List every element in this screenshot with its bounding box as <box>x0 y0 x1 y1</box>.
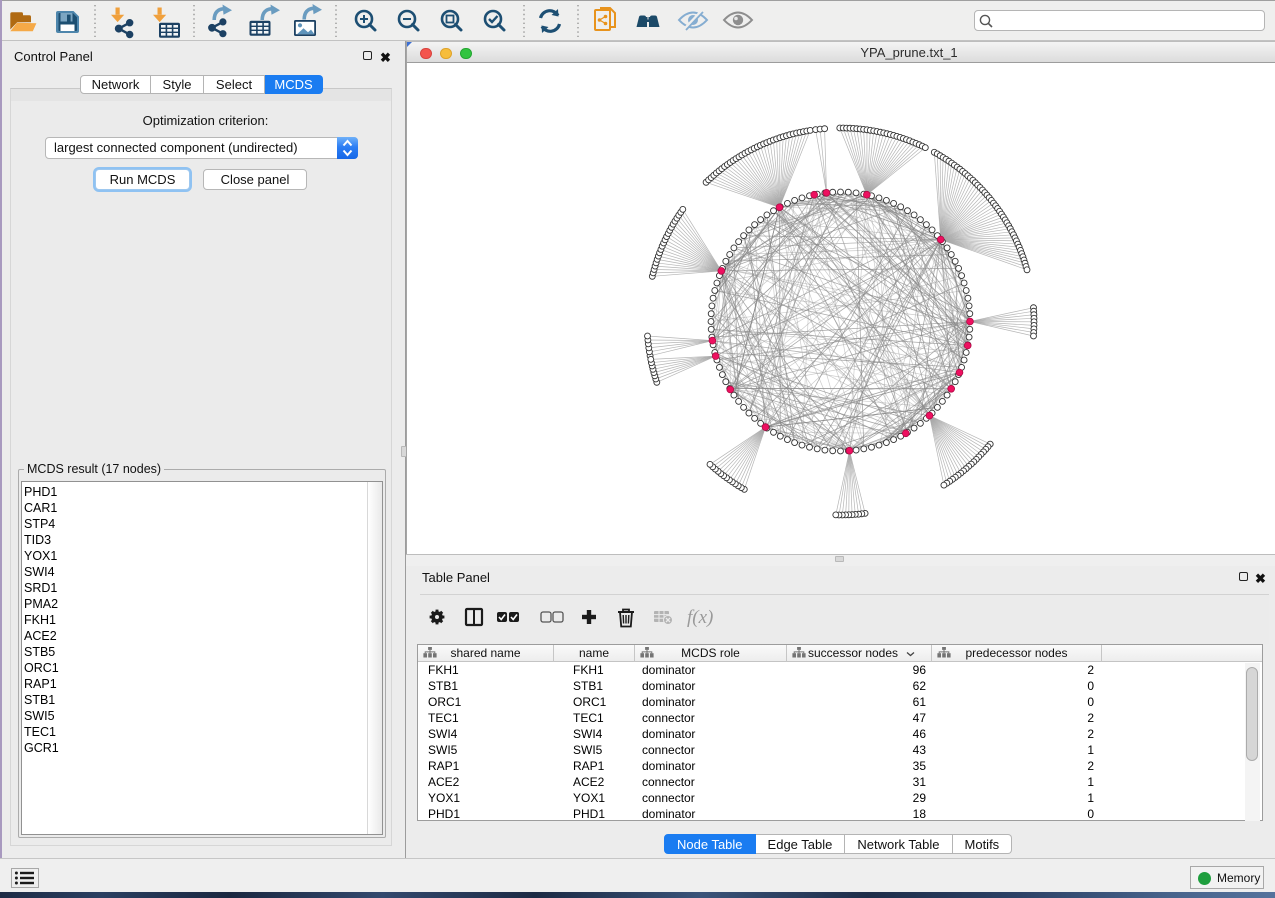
svg-text:f(x): f(x) <box>687 607 713 628</box>
